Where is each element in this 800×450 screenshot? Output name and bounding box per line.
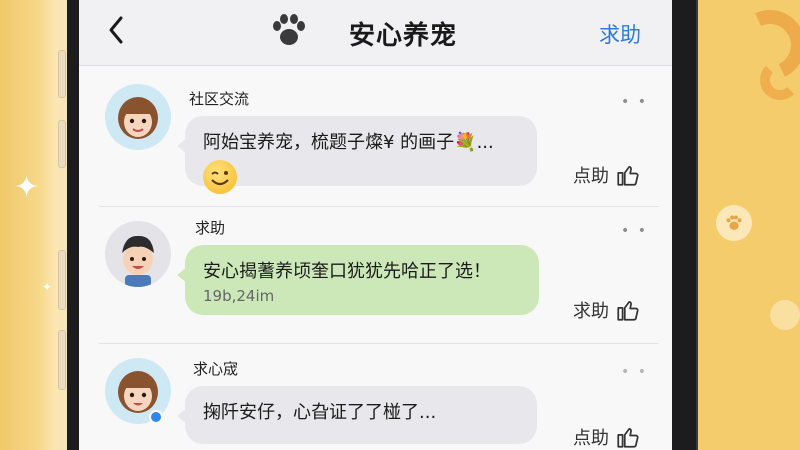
avatar[interactable]	[105, 221, 171, 287]
thumbs-up-icon	[617, 428, 639, 448]
online-status-indicator	[149, 410, 163, 424]
like-button[interactable]: 点助	[573, 162, 641, 188]
username[interactable]: 求助	[195, 217, 225, 238]
help-action-button[interactable]: 求助	[573, 297, 641, 323]
message-text: 阿始宝养宠，梳题子燦¥ 的画子💐...	[203, 132, 494, 153]
sparkle-icon: ✦	[14, 170, 40, 205]
like-button[interactable]: 点助	[573, 424, 641, 450]
message-bubble[interactable]: 阿始宝养宠，梳题子燦¥ 的画子💐...	[177, 116, 537, 194]
phone-side-button	[58, 120, 66, 168]
action-label: 求助	[573, 301, 609, 322]
phone-frame-left	[67, 0, 79, 450]
username[interactable]: 求心宬	[193, 358, 238, 379]
message-text: 安心揭蓍养顷奎口犹犹先哈正了选！	[203, 261, 491, 282]
phone-side-button	[58, 250, 66, 310]
username[interactable]: 社区交流	[189, 88, 249, 109]
avatar[interactable]	[105, 84, 171, 150]
sparkle-icon: ✦	[42, 280, 53, 294]
page-title: 安心养宠	[349, 21, 458, 51]
paw-icon	[267, 8, 311, 52]
post-item[interactable]: 求助 • • 安心揭蓍养顷奎口犹犹先哈正了选！ 19b,24im 求助	[79, 207, 672, 347]
app-screen: 安心养宠 求助 社区交流 • • 阿始宝养宠，梳题子燦¥ 的画子💐... 点助 …	[79, 0, 672, 450]
post-item[interactable]: 求心宬 • • 掬阡安仔，心旮证了了椪了... 点助	[79, 344, 672, 450]
more-options-icon[interactable]: • •	[621, 94, 648, 110]
message-bubble[interactable]: 掬阡安仔，心旮证了了椪了...	[177, 386, 537, 444]
post-item[interactable]: 社区交流 • • 阿始宝养宠，梳题子燦¥ 的画子💐... 点助	[79, 66, 672, 211]
chevron-left-icon	[109, 16, 123, 44]
message-subtext: 19b,24im	[203, 287, 275, 305]
thumbs-up-icon	[617, 301, 639, 321]
message-text: 掬阡安仔，心旮证了了椪了...	[203, 402, 437, 423]
paw-icon	[716, 205, 752, 241]
phone-side-button	[58, 50, 66, 98]
like-label: 点助	[573, 428, 609, 449]
help-button[interactable]: 求助	[599, 19, 641, 49]
message-bubble[interactable]: 安心揭蓍养顷奎口犹犹先哈正了选！ 19b,24im	[177, 245, 539, 315]
navigation-bar: 安心养宠 求助	[79, 0, 672, 66]
phone-frame-right	[672, 0, 698, 450]
decorative-circle	[770, 300, 800, 330]
decorative-swirl	[760, 60, 800, 100]
more-options-icon[interactable]: • •	[621, 223, 648, 239]
thumbs-up-icon	[617, 166, 639, 186]
like-label: 点助	[573, 166, 609, 187]
winking-smile-emoji	[203, 160, 237, 194]
back-button[interactable]	[101, 10, 131, 50]
more-options-icon[interactable]: • •	[621, 364, 648, 380]
phone-side-button	[58, 330, 66, 390]
